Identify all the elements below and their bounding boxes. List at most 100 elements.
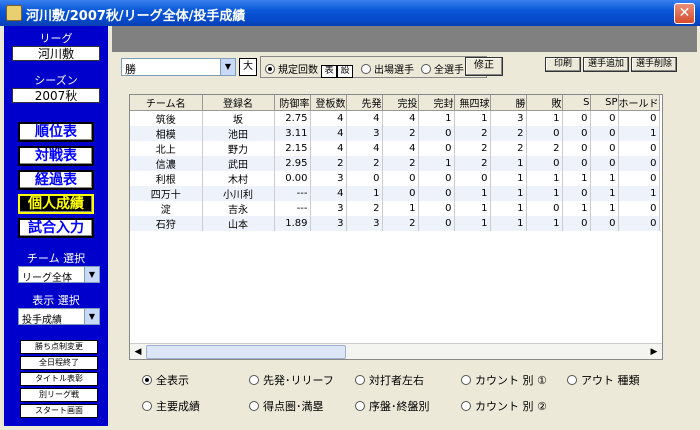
column-header[interactable]: ホールド bbox=[618, 95, 660, 111]
team-select[interactable]: リーグ全体 ▼ bbox=[18, 266, 100, 284]
display-select-label: 表示 選択 bbox=[32, 294, 80, 307]
table-cell: 0 bbox=[590, 216, 619, 231]
column-header[interactable]: 先発 bbox=[346, 95, 383, 111]
change-points-button[interactable]: 勝ち点制変更 bbox=[20, 340, 98, 354]
table-row[interactable]: 利根 木村 0.00 3 0 0 0 0 1 1 1 1 0 bbox=[130, 171, 660, 186]
scroll-left-icon[interactable]: ◀ bbox=[131, 345, 145, 359]
table-cell: 1 bbox=[562, 201, 591, 216]
table-cell: 1 bbox=[590, 186, 619, 201]
view-option-radio[interactable]: 序盤･終盤別 bbox=[355, 398, 430, 414]
view-option-radio[interactable]: 主要成績 bbox=[142, 398, 200, 414]
radio-dot-icon bbox=[421, 64, 431, 74]
table-cell: 1 bbox=[346, 186, 383, 201]
column-header[interactable]: 無四球 bbox=[454, 95, 491, 111]
table-cell: 1 bbox=[490, 186, 527, 201]
table-cell: 野力 bbox=[202, 141, 275, 156]
table-cell: 0 bbox=[382, 186, 419, 201]
table-cell: 0 bbox=[526, 126, 563, 141]
table-cell: 2 bbox=[382, 126, 419, 141]
add-player-button[interactable]: 選手追加 bbox=[583, 57, 629, 72]
title-bar: 河川敷/2007秋/リーグ全体/投手成績 ✕ bbox=[0, 0, 700, 26]
view-option-radio[interactable]: 全表示 bbox=[142, 372, 189, 388]
column-header[interactable]: 登録名 bbox=[202, 95, 275, 111]
view-option-radio[interactable]: アウト 種類 bbox=[567, 372, 640, 388]
delete-player-button[interactable]: 選手削除 bbox=[631, 57, 677, 72]
table-cell: 1 bbox=[618, 186, 660, 201]
radio-dot-icon bbox=[249, 375, 259, 385]
column-header[interactable]: 敗 bbox=[526, 95, 563, 111]
other-league-button[interactable]: 別リーグ戦 bbox=[20, 388, 98, 402]
display-select[interactable]: 投手成績 ▼ bbox=[18, 308, 100, 326]
nav-progress-button[interactable]: 経過表 bbox=[18, 170, 94, 190]
title-award-button[interactable]: タイトル表彰 bbox=[20, 372, 98, 386]
sort-dropdown[interactable]: 勝 ▼ bbox=[121, 58, 236, 76]
nav-game-entry-button[interactable]: 試合入力 bbox=[18, 218, 94, 238]
table-cell: 0 bbox=[562, 216, 591, 231]
table-cell: 4 bbox=[310, 126, 347, 141]
horizontal-scrollbar[interactable]: ◀ ▶ bbox=[130, 343, 662, 359]
table-row[interactable]: 四万十 小川利 --- 4 1 0 0 1 1 1 0 1 1 bbox=[130, 186, 660, 201]
chevron-down-icon[interactable]: ▼ bbox=[84, 267, 99, 282]
table-cell: 2 bbox=[382, 216, 419, 231]
view-option-radio[interactable]: カウント 別 ① bbox=[461, 372, 547, 388]
view-option-radio[interactable]: 対打者左右 bbox=[355, 372, 424, 388]
table-cell: 3 bbox=[490, 110, 527, 126]
large-button[interactable]: 大 bbox=[239, 58, 257, 76]
table-row[interactable]: 石狩 山本 1.89 3 3 2 0 1 1 1 0 0 0 bbox=[130, 216, 660, 231]
table-toggle-button[interactable]: 表 bbox=[321, 65, 338, 78]
nav-standings-button[interactable]: 順位表 bbox=[18, 122, 94, 142]
column-header[interactable]: 勝 bbox=[490, 95, 527, 111]
table-cell: 3 bbox=[346, 126, 383, 141]
setting-toggle-button[interactable]: 設 bbox=[337, 65, 354, 78]
table-cell: 1 bbox=[526, 110, 563, 126]
table-cell: 0 bbox=[562, 186, 591, 201]
radio-regular-label: 規定回数 bbox=[278, 65, 318, 76]
close-button[interactable]: ✕ bbox=[674, 3, 695, 24]
nav-matchup-button[interactable]: 対戦表 bbox=[18, 146, 94, 166]
table-row[interactable]: 信濃 武田 2.95 2 2 2 1 2 1 0 0 0 0 bbox=[130, 156, 660, 171]
table-row[interactable]: 淀吉永 --- 3 2 1 0 1 1 0 1 1 0 bbox=[130, 201, 660, 216]
column-header[interactable]: 完投 bbox=[382, 95, 419, 111]
table-cell: 3 bbox=[310, 201, 347, 216]
table-cell: 四万十 bbox=[130, 186, 203, 201]
table-row[interactable]: 北上 野力 2.15 4 4 4 0 2 2 2 0 0 0 bbox=[130, 141, 660, 156]
column-header[interactable]: SP bbox=[590, 95, 619, 111]
radio-all[interactable]: 全選手 bbox=[421, 61, 464, 76]
column-header[interactable]: 防御率 bbox=[274, 95, 311, 111]
table-cell: 2 bbox=[490, 141, 527, 156]
view-option-radio[interactable]: 得点圏･満塁 bbox=[249, 398, 324, 414]
table-row[interactable]: 筑後坂 2.75 4 4 4 1 1 3 1 0 0 0 bbox=[130, 110, 660, 126]
nav-individual-stats-button[interactable]: 個人成績 bbox=[18, 194, 94, 214]
radio-regular[interactable]: 規定回数 表設 bbox=[265, 61, 354, 78]
radio-dot-icon bbox=[249, 401, 259, 411]
fix-button[interactable]: 修正 bbox=[465, 57, 503, 76]
radio-appeared-label: 出場選手 bbox=[374, 65, 414, 76]
chevron-down-icon[interactable]: ▼ bbox=[220, 59, 235, 75]
scroll-thumb[interactable] bbox=[146, 345, 346, 359]
table-cell: 4 bbox=[310, 186, 347, 201]
start-screen-button[interactable]: スタート画面 bbox=[20, 404, 98, 418]
table-cell: 小川利 bbox=[202, 186, 275, 201]
table-cell: 北上 bbox=[130, 141, 203, 156]
stats-grid: チーム名 登録名 防御率 登板数 先発 完投 完封 無四球 勝 敗 S SP ホ… bbox=[129, 94, 663, 360]
view-option-radio[interactable]: カウント 別 ② bbox=[461, 398, 547, 414]
table-cell: 2.95 bbox=[274, 156, 311, 171]
table-cell: 1 bbox=[590, 171, 619, 186]
table-cell: 1 bbox=[590, 201, 619, 216]
column-header[interactable]: 登板数 bbox=[310, 95, 347, 111]
column-header[interactable]: 完封 bbox=[418, 95, 455, 111]
scroll-right-icon[interactable]: ▶ bbox=[647, 345, 661, 359]
column-header[interactable]: S bbox=[562, 95, 591, 111]
view-option-radio[interactable]: 先発･リリーフ bbox=[249, 372, 334, 388]
view-option-label: 全表示 bbox=[156, 374, 189, 387]
table-cell: 2.75 bbox=[274, 110, 311, 126]
end-schedule-button[interactable]: 全日程終了 bbox=[20, 356, 98, 370]
table-cell: 0 bbox=[618, 110, 660, 126]
team-select-label: チーム 選択 bbox=[26, 252, 86, 265]
print-button[interactable]: 印刷 bbox=[545, 57, 581, 72]
radio-appeared[interactable]: 出場選手 bbox=[361, 61, 414, 76]
table-row[interactable]: 相模 池田 3.11 4 3 2 0 2 2 0 0 0 1 bbox=[130, 126, 660, 141]
chevron-down-icon[interactable]: ▼ bbox=[84, 309, 99, 324]
column-header[interactable]: チーム名 bbox=[130, 95, 203, 111]
radio-dot-icon bbox=[355, 375, 365, 385]
